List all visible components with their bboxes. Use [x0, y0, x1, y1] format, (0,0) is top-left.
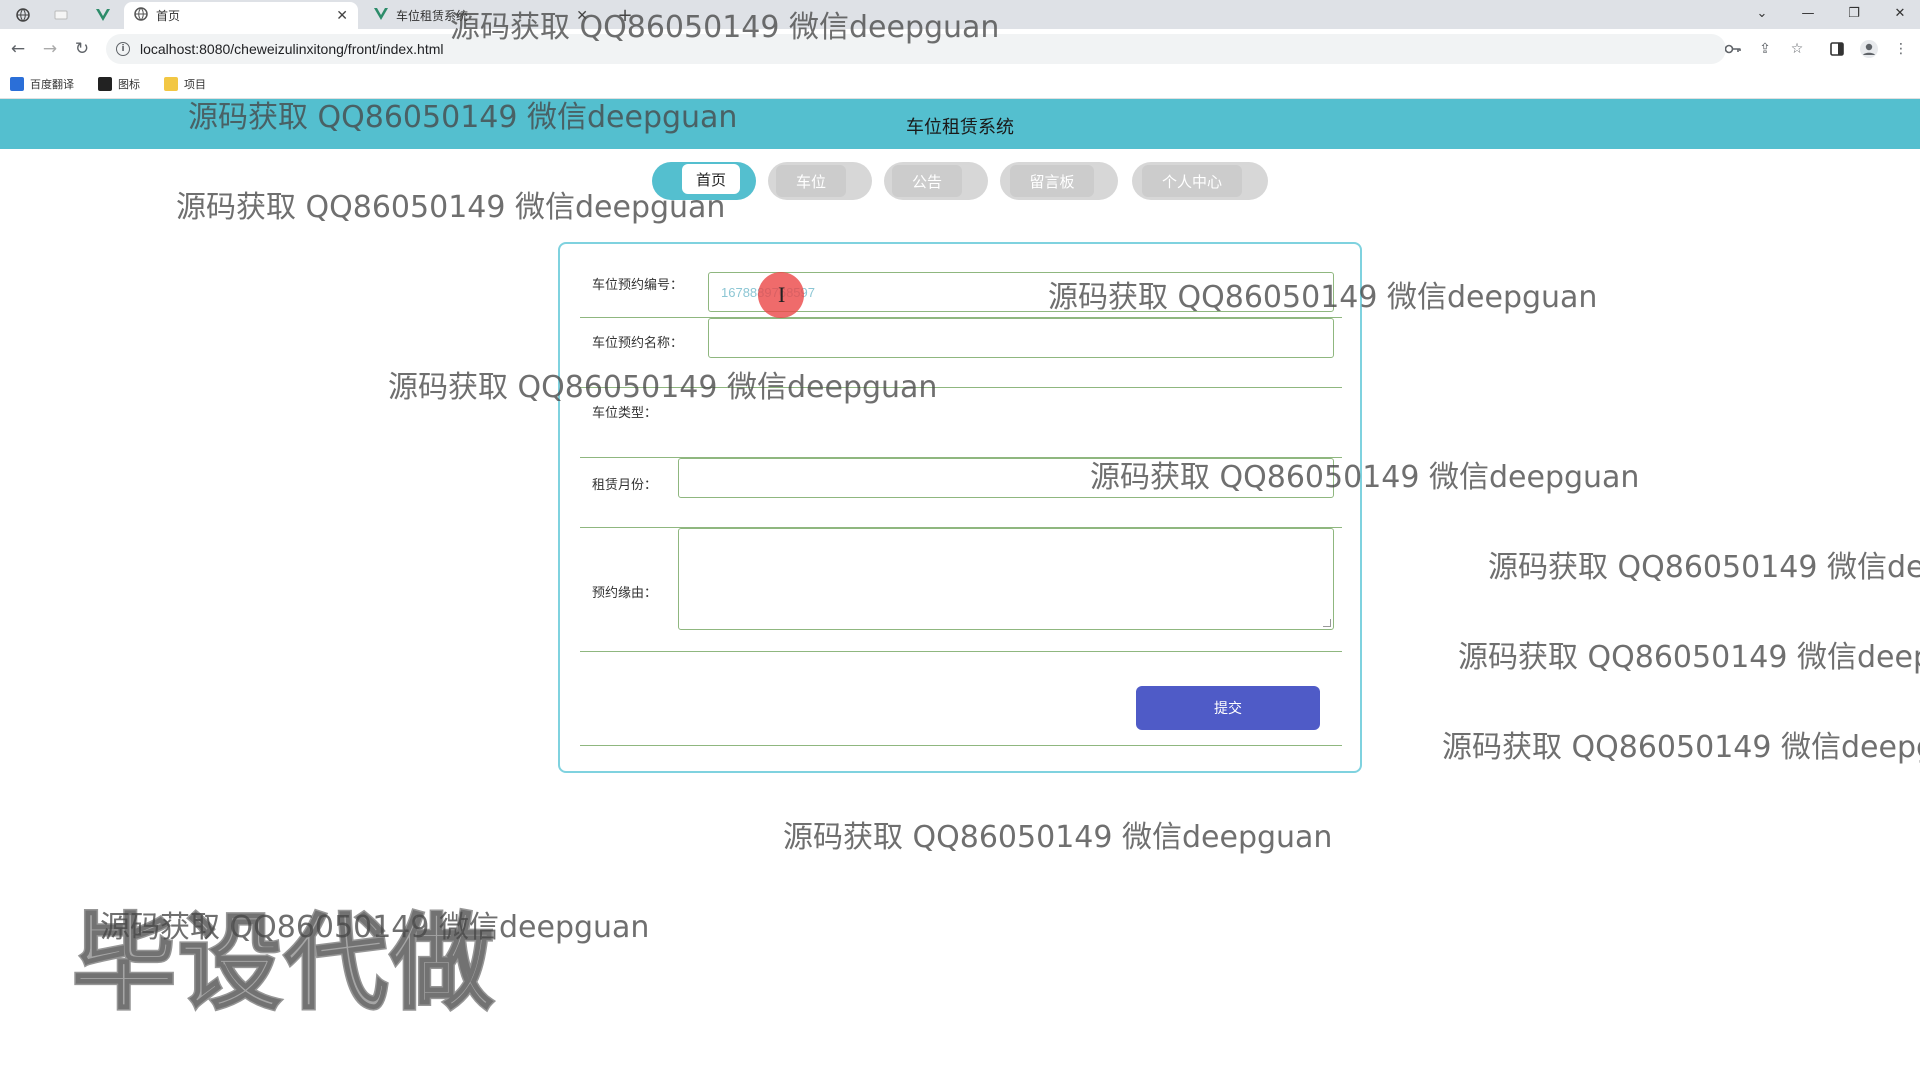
bookmark-label: 项目: [184, 78, 206, 91]
nav-profile-label: 个人中心: [1142, 165, 1242, 197]
reason-textarea[interactable]: [678, 528, 1334, 630]
nav-notice-label: 公告: [892, 165, 962, 197]
booking-name-input[interactable]: [708, 318, 1334, 358]
nav-parking[interactable]: 车位: [768, 162, 872, 200]
watermark-text: 源码获取 QQ86050149 微信deepguan: [1458, 640, 1920, 675]
share-icon[interactable]: ⇪: [1754, 38, 1776, 60]
watermark-text: 源码获取 QQ86050149 微信deepguan: [783, 820, 1333, 855]
back-icon[interactable]: ←: [6, 37, 30, 61]
restore-icon[interactable]: ❐: [1834, 2, 1874, 24]
forward-icon[interactable]: →: [38, 37, 62, 61]
watermark-text: 源码获取 QQ86050149 微信deepguan: [1090, 460, 1640, 495]
bookmark-label: 百度翻译: [30, 78, 74, 91]
reason-label: 预约缘由：: [592, 586, 658, 601]
bookmark-translate[interactable]: 百度翻译: [10, 75, 74, 93]
rent-months-label: 租赁月份：: [592, 478, 658, 493]
submit-button[interactable]: 提交: [1136, 686, 1320, 730]
form-row-reason: 预约缘由：: [580, 528, 1342, 652]
globe-icon: [134, 7, 148, 24]
nav-messageboard[interactable]: 留言板: [1000, 162, 1118, 200]
watermark-text: 源码获取 QQ86050149 微信deepguan: [1488, 550, 1920, 585]
vue-tab-icon[interactable]: [92, 4, 114, 26]
side-panel-icon[interactable]: [1826, 38, 1848, 60]
site-info-icon[interactable]: i: [116, 42, 130, 56]
reload-icon[interactable]: ↻: [70, 37, 94, 61]
watermark-text: 源码获取 QQ86050149 微信deepguan: [100, 910, 650, 945]
nav-parking-label: 车位: [776, 165, 846, 197]
tab-home[interactable]: 首页 ✕: [124, 2, 358, 29]
vue-icon: [374, 8, 388, 23]
window-close-icon[interactable]: ✕: [1880, 2, 1920, 24]
watermark-text: 源码获取 QQ86050149 微信deepguan: [388, 370, 938, 405]
tab-search-chevron-icon[interactable]: ⌄: [1742, 2, 1782, 24]
watermark-stamp: 毕设代做: [70, 901, 497, 1026]
watermark-text: 源码获取 QQ86050149 微信deepguan: [188, 100, 738, 135]
bookmark-projects[interactable]: 项目: [164, 75, 206, 93]
close-icon[interactable]: ✕: [336, 8, 348, 24]
bookmark-icons[interactable]: 图标: [98, 75, 140, 93]
url-text: localhost:8080/cheweizulinxitong/front/i…: [140, 41, 444, 57]
nav-notice[interactable]: 公告: [884, 162, 988, 200]
booking-no-label: 车位预约编号：: [592, 278, 684, 293]
watermark-text: 源码获取 QQ86050149 微信deepguan: [1442, 730, 1920, 765]
nav-messageboard-label: 留言板: [1010, 165, 1094, 197]
text-cursor-icon: I: [778, 282, 786, 307]
translate-icon: [10, 77, 24, 91]
booking-name-label: 车位预约名称：: [592, 336, 684, 351]
profile-avatar-icon[interactable]: [1858, 38, 1880, 60]
folder-icon: [164, 77, 178, 91]
star-icon[interactable]: ☆: [1786, 38, 1808, 60]
tab-title: 首页: [156, 9, 181, 23]
image-icon: [98, 77, 112, 91]
resize-handle-icon[interactable]: [1323, 619, 1331, 627]
key-icon[interactable]: [1722, 38, 1744, 60]
watermark-text: 源码获取 QQ86050149 微信deepguan: [1048, 280, 1598, 315]
nav-profile[interactable]: 个人中心: [1132, 162, 1268, 200]
pinned-tab-icon[interactable]: [50, 4, 72, 26]
booking-form: 车位预约编号： 1678889768597 车位预约名称： 车位类型： 租赁月份…: [558, 242, 1362, 773]
menu-kebab-icon[interactable]: ⋮: [1890, 38, 1912, 60]
bookmark-label: 图标: [118, 78, 140, 91]
watermark-text: 源码获取 QQ86050149 微信deepguan: [176, 190, 726, 225]
site-title: 车位租赁系统: [906, 117, 1014, 138]
minimize-icon[interactable]: —: [1788, 2, 1828, 24]
tab-search-icon[interactable]: [12, 4, 34, 26]
watermark-text: 源码获取 QQ86050149 微信deepguan: [450, 10, 1000, 45]
